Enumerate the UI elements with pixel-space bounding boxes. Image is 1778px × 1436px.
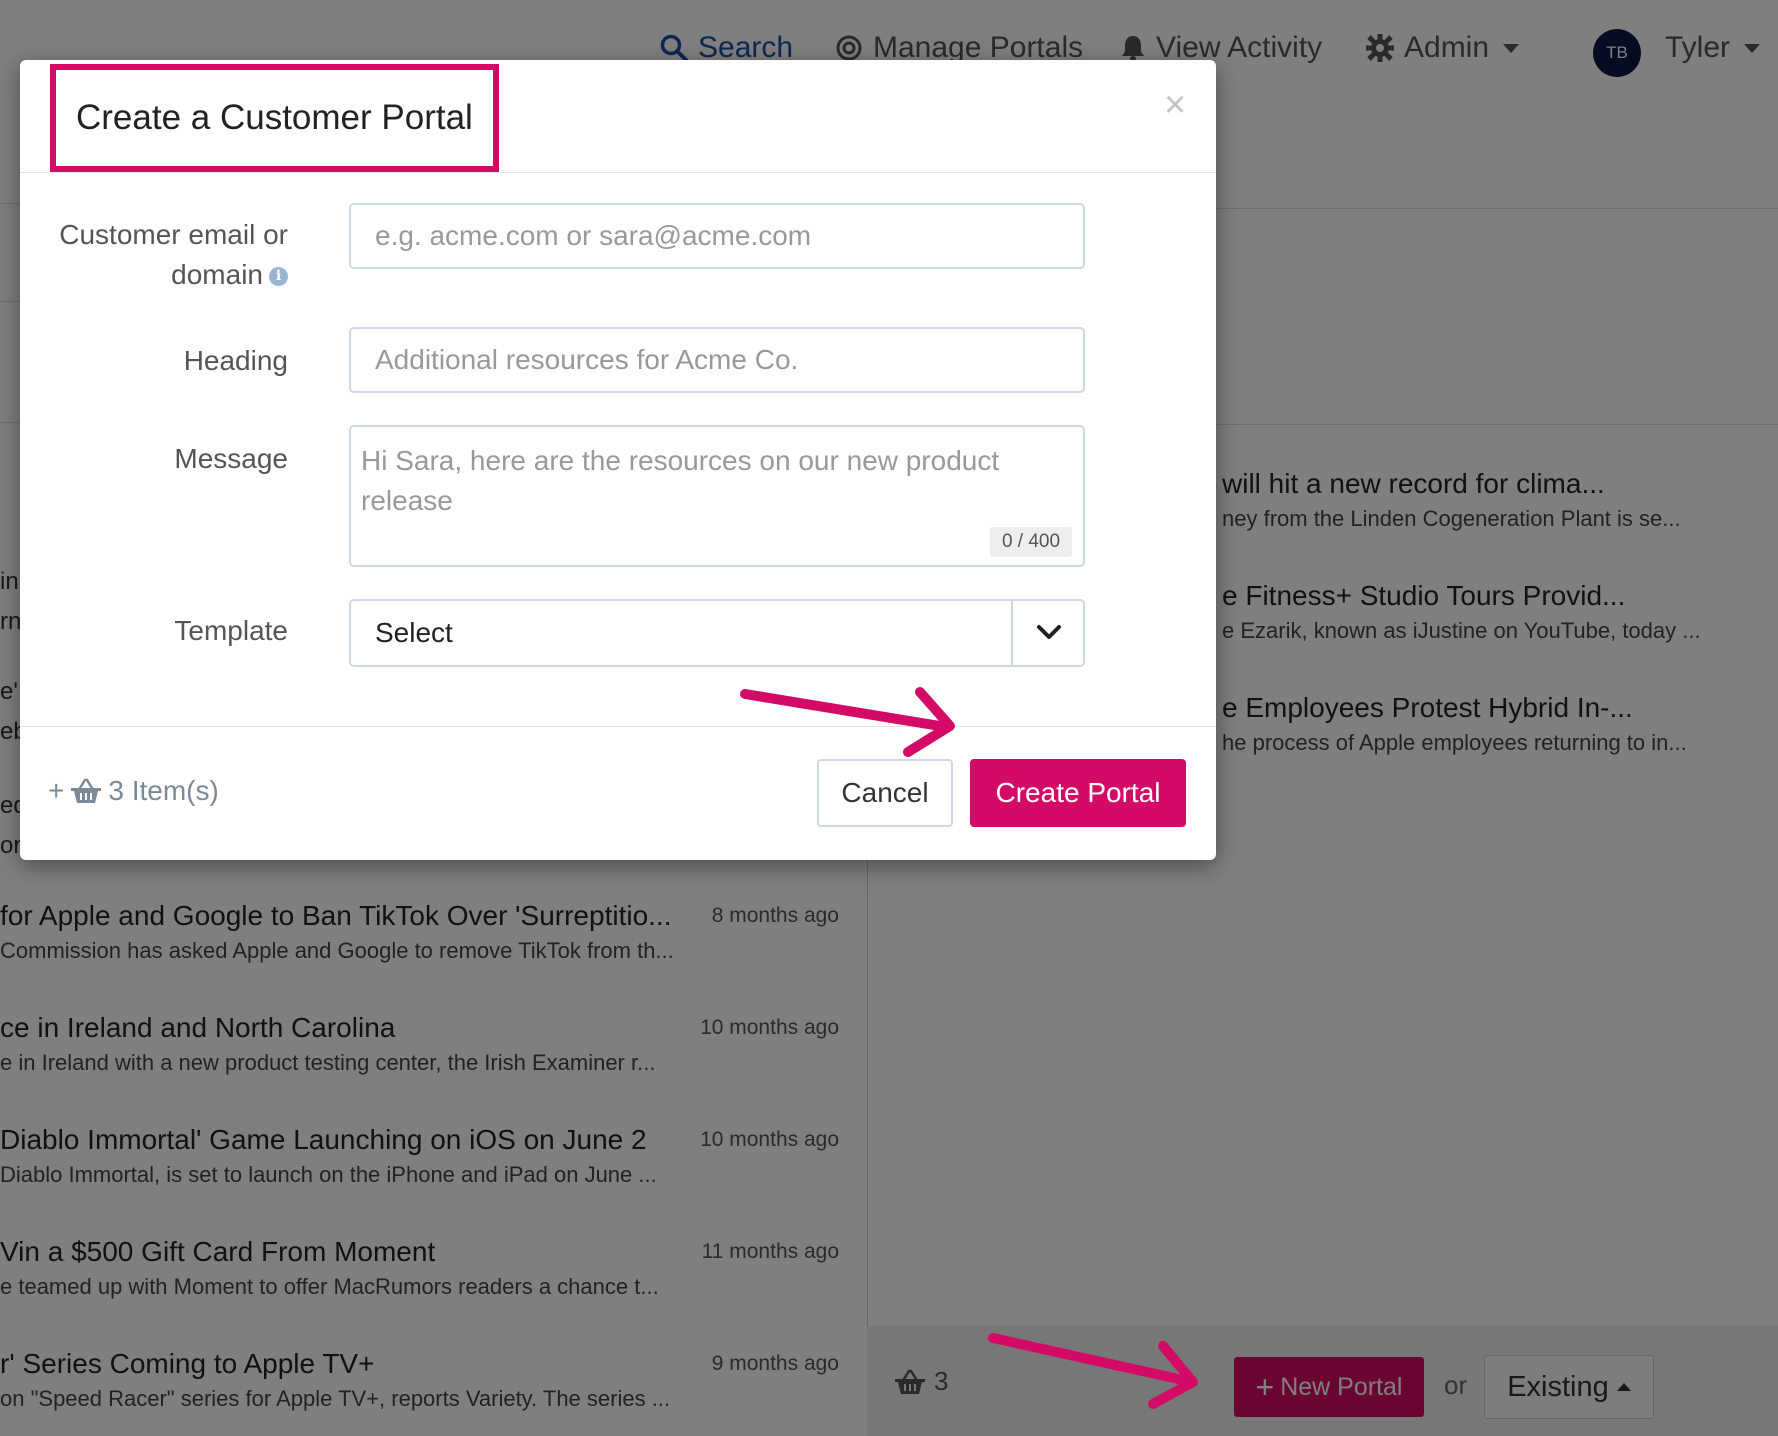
template-select[interactable]: Select — [349, 599, 1085, 667]
template-label: Template — [174, 615, 288, 646]
close-icon[interactable]: × — [1164, 86, 1186, 124]
arrow-annotation-icon — [740, 687, 955, 757]
char-counter: 0 / 400 — [990, 527, 1072, 557]
heading-input[interactable] — [349, 327, 1085, 393]
plus-icon: + — [48, 775, 65, 806]
dialog-title: Create a Customer Portal — [50, 64, 499, 172]
items-count: 3 Item(s) — [108, 775, 219, 806]
create-portal-button[interactable]: Create Portal — [970, 759, 1186, 827]
email-label-line1: Customer email or — [59, 219, 288, 250]
basket-icon — [71, 778, 102, 803]
email-label-line2: domain — [171, 259, 263, 290]
cancel-button[interactable]: Cancel — [817, 759, 953, 827]
dialog-footer: + 3 Item(s) Cancel Create Portal — [20, 726, 1216, 861]
create-portal-dialog: Create a Customer Portal × Customer emai… — [20, 60, 1216, 860]
template-select-value: Select — [375, 617, 453, 648]
message-textarea[interactable] — [349, 425, 1085, 567]
chevron-down-icon — [1037, 625, 1061, 639]
select-divider — [1011, 601, 1013, 665]
email-field[interactable] — [349, 203, 1085, 269]
items-link[interactable]: + 3 Item(s) — [48, 775, 219, 807]
email-label: Customer email or domain i — [50, 215, 288, 295]
dialog-header: Create a Customer Portal × — [20, 60, 1216, 173]
info-icon[interactable]: i — [269, 267, 288, 287]
heading-label: Heading — [183, 345, 288, 376]
arrow-annotation-icon — [988, 1333, 1198, 1409]
message-label: Message — [174, 443, 288, 474]
